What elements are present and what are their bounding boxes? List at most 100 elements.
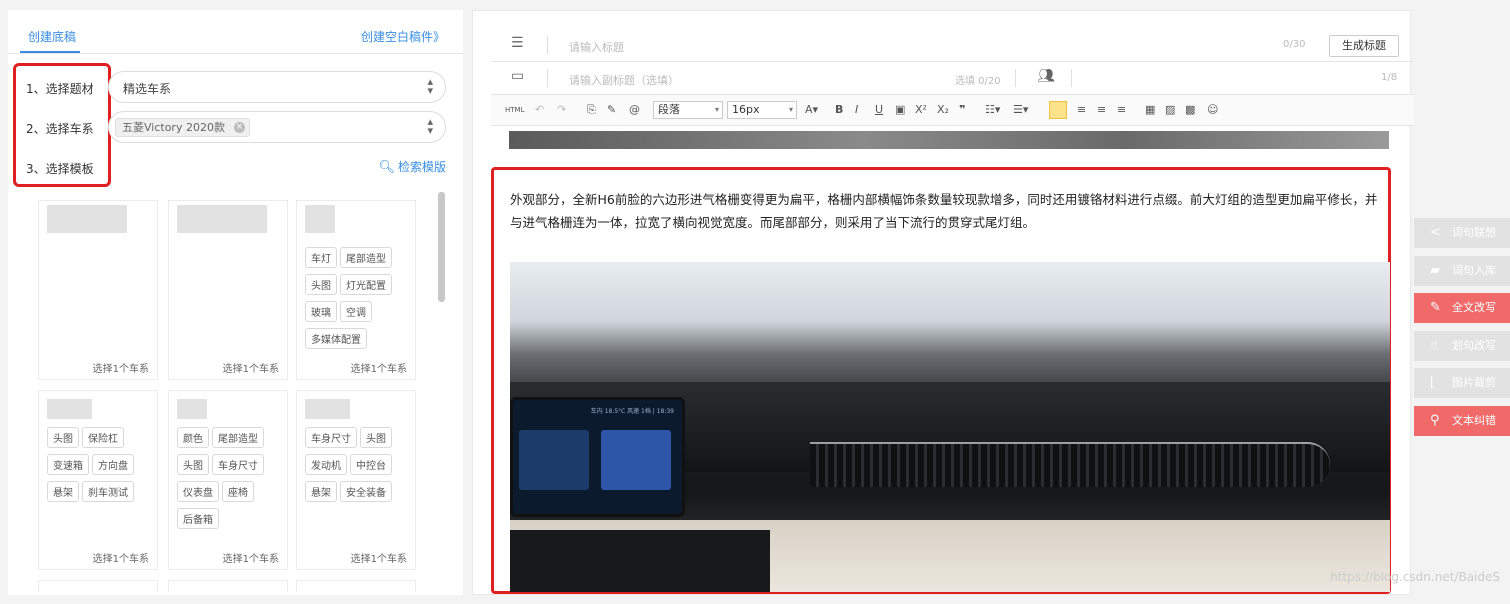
article-paragraph[interactable]: 外观部分，全新H6前脸的六边形进气格栅变得更为扁平，格栅内部横幅饰条数量较现款增… <box>510 188 1384 234</box>
subscript-icon[interactable]: X₂ <box>937 103 949 116</box>
template-card[interactable] <box>296 580 416 592</box>
undo-icon[interactable]: ↶ <box>535 103 544 116</box>
image-icon[interactable]: ▨ <box>1165 103 1175 116</box>
tag[interactable]: 头图 <box>47 427 79 448</box>
title-input[interactable]: 请输入标题 <box>569 39 624 55</box>
tool-full-rewrite[interactable]: ✎ 全文改写 <box>1414 293 1510 323</box>
inbox-icon: ▰ <box>1430 263 1440 278</box>
divider <box>1015 69 1016 87</box>
font-color-icon[interactable]: A▾ <box>805 103 818 116</box>
tool-phrase-save[interactable]: ▰ 词句入库 <box>1414 256 1510 286</box>
align-right-icon[interactable]: ≡ <box>1097 103 1106 116</box>
tag[interactable]: 座椅 <box>222 481 254 502</box>
tag[interactable]: 悬架 <box>305 481 337 502</box>
tag-list: 头图 保险杠变速箱 方向盘悬架 刹车测试 <box>47 427 153 508</box>
superscript-icon[interactable]: X² <box>915 103 927 116</box>
tab-create-draft[interactable]: 创建底稿 <box>28 28 76 45</box>
html-source-button[interactable]: HTML <box>505 106 524 114</box>
page-counter: 1/8 <box>1381 72 1398 83</box>
selected-model-chip[interactable]: 五菱Victory 2020款 × <box>115 118 250 137</box>
redo-icon[interactable]: ↷ <box>557 103 566 116</box>
tag[interactable]: 头图 <box>305 274 337 295</box>
tag[interactable]: 悬架 <box>47 481 79 502</box>
tag[interactable]: 变速箱 <box>47 454 89 475</box>
font-size-select[interactable]: 16px ▾ <box>727 101 797 119</box>
at-icon[interactable]: @ <box>629 103 640 116</box>
tag[interactable]: 方向盘 <box>92 454 134 475</box>
paragraph-format-select[interactable]: 段落 ▾ <box>653 101 723 119</box>
tool-phrase-suggest[interactable]: < 词句联想 <box>1414 218 1510 248</box>
border-text-icon[interactable]: ▣ <box>895 103 905 116</box>
tag[interactable]: 灯光配置 <box>340 274 392 295</box>
italic-icon[interactable]: I <box>855 103 858 116</box>
tag[interactable]: 保险杠 <box>82 427 124 448</box>
ordered-list-icon[interactable]: ☷▾ <box>985 103 1000 116</box>
tag[interactable]: 尾部造型 <box>340 247 392 268</box>
tool-label: 划句改写 <box>1452 339 1496 352</box>
series-select[interactable]: 精选车系 ▴ ▾ <box>108 71 446 103</box>
tag[interactable]: 车灯 <box>305 247 337 268</box>
tag[interactable]: 空调 <box>340 301 372 322</box>
series-select-value: 精选车系 <box>123 82 172 96</box>
tag[interactable]: 发动机 <box>305 454 347 475</box>
chip-remove-icon[interactable]: × <box>233 122 245 133</box>
template-card[interactable]: 选择1个车系 <box>168 200 288 380</box>
photo-infotainment-screen: 车内 18.5°C 风速 1档 | 18:39 <box>510 397 685 517</box>
search-template-link[interactable]: 🔍︎ 检索模版 <box>378 158 446 175</box>
tag[interactable]: 玻璃 <box>305 301 337 322</box>
align-justify-icon[interactable]: ≡ <box>1117 103 1126 116</box>
unordered-list-icon[interactable]: ☰▾ <box>1013 103 1028 116</box>
watermark: https://blog.csdn.net/BaideS <box>1330 570 1500 584</box>
tool-image-crop[interactable]: ⌊ 图片裁剪 <box>1414 368 1510 398</box>
tag[interactable]: 仪表盘 <box>177 481 219 502</box>
tag[interactable]: 头图 <box>177 454 209 475</box>
generate-title-button[interactable]: 生成标题 <box>1329 35 1399 57</box>
paragraph-format-value: 段落 <box>658 103 680 116</box>
align-center-icon[interactable]: ≡ <box>1077 103 1086 116</box>
template-card[interactable]: 颜色 尾部造型头图 车身尺寸仪表盘 座椅后备箱 选择1个车系 <box>168 390 288 570</box>
tag[interactable]: 车身尺寸 <box>212 454 264 475</box>
tag[interactable]: 车身尺寸 <box>305 427 357 448</box>
model-select[interactable]: 五菱Victory 2020款 × ▴ ▾ <box>108 111 446 143</box>
eraser-icon[interactable]: ✎ <box>607 103 616 116</box>
multi-image-icon[interactable]: ▩ <box>1185 103 1195 116</box>
content-highlight-box: 外观部分，全新H6前脸的六边形进气格栅变得更为扁平，格栅内部横幅饰条数量较现款增… <box>491 167 1391 594</box>
template-card[interactable]: 头图 保险杠变速箱 方向盘悬架 刹车测试 选择1个车系 <box>38 390 158 570</box>
crop-icon: ⌊ <box>1430 375 1436 390</box>
divider <box>547 69 548 87</box>
template-card[interactable]: 车身尺寸 头图发动机 中控台悬架 安全装备 选择1个车系 <box>296 390 416 570</box>
emoji-icon[interactable]: ☺ <box>1207 103 1218 116</box>
underline-icon[interactable]: U <box>875 103 883 116</box>
previous-image-strip <box>509 131 1389 149</box>
template-card[interactable] <box>168 580 288 592</box>
divider <box>547 36 548 54</box>
template-card[interactable]: 选择1个车系 <box>38 200 158 380</box>
quote-icon[interactable]: ❞ <box>959 103 965 116</box>
template-card[interactable]: 车灯 尾部造型头图 灯光配置玻璃 空调多媒体配置 选择1个车系 <box>296 200 416 380</box>
tag[interactable]: 后备箱 <box>177 508 219 529</box>
tag[interactable]: 多媒体配置 <box>305 328 367 349</box>
users-icon[interactable]: 👥︎ <box>1037 68 1055 84</box>
tag[interactable]: 头图 <box>360 427 392 448</box>
tag[interactable]: 尾部造型 <box>212 427 264 448</box>
template-card[interactable] <box>38 580 158 592</box>
grid-scrollbar[interactable] <box>438 192 445 302</box>
tag[interactable]: 刹车测试 <box>82 481 134 502</box>
photo-screen-tile <box>601 430 671 490</box>
dropdown-icon: ▾ <box>714 105 719 114</box>
bold-icon[interactable]: B <box>835 103 843 116</box>
copy-format-icon[interactable]: ⎘ <box>587 103 596 117</box>
subtitle-input[interactable]: 请输入副标题（选填） <box>569 72 679 88</box>
align-left-icon[interactable] <box>1049 101 1067 119</box>
template-thumb <box>305 205 335 233</box>
table-icon[interactable]: ▦ <box>1145 103 1155 116</box>
template-thumb <box>47 205 127 233</box>
tag[interactable]: 安全装备 <box>340 481 392 502</box>
tool-text-correction[interactable]: ⚲ 文本纠错 <box>1414 406 1510 436</box>
dashboard-photo[interactable]: 车内 18.5°C 风速 1档 | 18:39 <box>510 262 1390 592</box>
subtitle-icon: ▭ <box>511 68 525 84</box>
tool-sentence-rewrite[interactable]: ☝ 划句改写 <box>1414 331 1510 361</box>
create-blank-link[interactable]: 创建空白稿件》 <box>361 28 445 45</box>
tag[interactable]: 颜色 <box>177 427 209 448</box>
tag[interactable]: 中控台 <box>350 454 392 475</box>
